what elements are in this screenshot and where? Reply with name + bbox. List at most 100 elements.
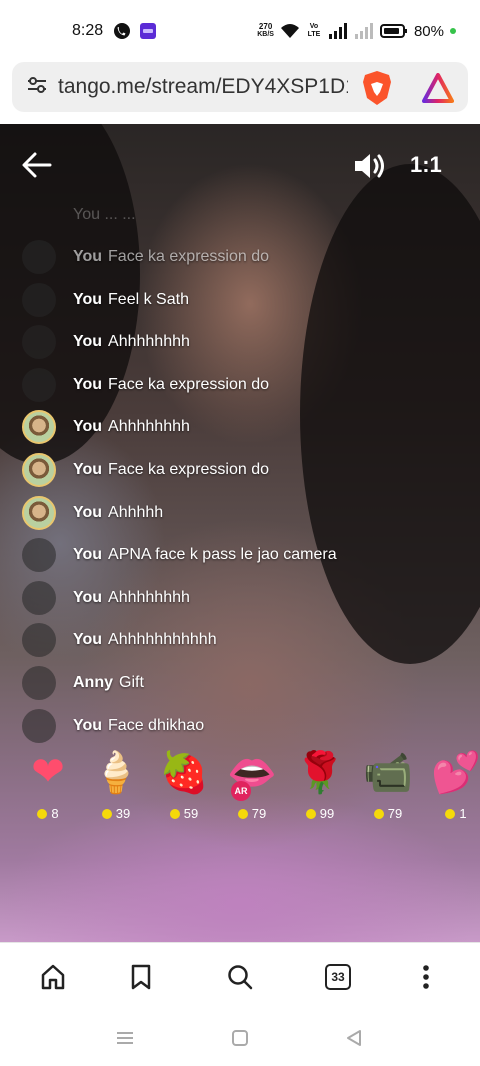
avatar[interactable] — [22, 708, 56, 743]
avatar[interactable] — [22, 538, 56, 573]
chat-message: You Ahhhhhhhh — [22, 325, 190, 360]
search-icon[interactable] — [224, 961, 256, 993]
back-arrow-icon[interactable] — [20, 150, 56, 182]
chat-username[interactable]: You — [73, 631, 102, 648]
video-camera-gift-icon: 📹 — [363, 750, 413, 795]
gift-price-value: 59 — [183, 806, 199, 821]
coin-icon — [305, 808, 316, 819]
home-nav-icon[interactable] — [228, 1026, 252, 1050]
wifi-icon — [280, 23, 300, 39]
avatar[interactable] — [22, 623, 56, 658]
url-text[interactable]: tango.me/stream/EDY4XSP1D1 — [58, 75, 348, 99]
coin-icon — [373, 808, 384, 819]
avatar[interactable] — [22, 282, 56, 317]
chat-username[interactable]: You — [73, 291, 102, 308]
avatar[interactable] — [22, 325, 56, 360]
ice-cream-gift[interactable]: 🍦 39 — [88, 746, 144, 822]
charging-dot — [450, 28, 456, 34]
chat-message-text: You Feel k Sath — [73, 291, 189, 309]
avatar[interactable] — [22, 240, 56, 274]
battery-icon — [379, 23, 408, 39]
chat-message: You Ahhhhhhhh — [22, 410, 190, 445]
chat-username[interactable]: You — [73, 717, 102, 734]
hearts-gift-icon: 💕 — [431, 750, 480, 795]
tabs-button[interactable]: 33 — [322, 961, 354, 993]
avatar[interactable] — [22, 666, 56, 700]
chat-text: Ahhhhhhhh — [108, 418, 190, 436]
video-camera-gift[interactable]: 📹 79 — [360, 746, 416, 822]
chat-message: Anny Gift — [22, 666, 144, 700]
network-speed: 270 KB/S — [257, 23, 274, 39]
back-nav-icon[interactable] — [342, 1026, 366, 1050]
address-bar[interactable]: tango.me/stream/EDY4XSP1D1 — [12, 62, 468, 112]
battery-percent: 80% — [413, 22, 444, 40]
chat-text: Ahhhhhhhhhhh — [108, 631, 217, 649]
chat-username[interactable]: You — [73, 546, 102, 563]
avatar[interactable] — [22, 410, 56, 445]
volte-label: Vo LTE — [307, 23, 321, 38]
gift-price: 99 — [292, 806, 348, 821]
coin-icon — [445, 808, 456, 819]
chat-message-text: Anny Gift — [73, 674, 144, 692]
chat-text: Face ka expression do — [108, 375, 270, 393]
coin-icon — [101, 808, 112, 819]
chocolate-strawberry-gift[interactable]: 🍓 59 — [156, 746, 212, 822]
chat-username[interactable]: You — [73, 504, 102, 521]
chat-username[interactable]: You — [73, 248, 102, 265]
chat-username[interactable]: Anny — [73, 674, 113, 691]
heart-gift[interactable]: ❤ 8 — [20, 746, 76, 821]
more-menu-icon[interactable] — [410, 961, 442, 993]
lips-gift[interactable]: 👄 AR 79 — [224, 746, 280, 822]
coin-icon — [169, 808, 180, 819]
bookmark-icon[interactable] — [125, 961, 157, 993]
coin-icon — [237, 808, 248, 819]
tab-count: 33 — [325, 964, 351, 990]
site-settings-icon[interactable] — [26, 74, 48, 101]
chat-text: Ahhhhhhhh — [108, 588, 190, 606]
gift-price: 8 — [20, 806, 76, 821]
brave-shields-icon[interactable] — [361, 70, 393, 111]
gift-price-value: 39 — [115, 806, 131, 821]
signal-2-icon — [354, 23, 374, 39]
gift-price: 79 — [360, 806, 416, 821]
chat-username[interactable]: You — [73, 418, 102, 435]
phone-call-icon — [113, 22, 131, 40]
volume-icon[interactable] — [352, 150, 388, 182]
recent-apps-icon[interactable] — [113, 1026, 137, 1050]
chat-message: You Ahhhhhhhhhhh — [22, 623, 217, 658]
avatar[interactable] — [22, 580, 56, 615]
net-speed-unit: KB/S — [257, 31, 274, 38]
rose-gift[interactable]: 🌹 99 — [292, 746, 348, 822]
chat-message-text: You APNA face k pass le jao camera — [73, 546, 337, 564]
chat-username[interactable]: You — [73, 333, 102, 350]
home-icon[interactable] — [37, 961, 69, 993]
chat-text: Feel k Sath — [108, 290, 189, 308]
status-time: 8:28 — [72, 22, 104, 39]
chat-username[interactable]: You — [73, 461, 102, 478]
ar-badge: AR — [231, 781, 251, 801]
chat-text: Face dhikhao — [108, 716, 205, 734]
aspect-ratio-button[interactable]: 1:1 — [410, 152, 442, 178]
chat-message-text: You Ahhhhhhhh — [73, 589, 190, 607]
heart-gift-icon: ❤ — [31, 750, 65, 794]
gift-price-value: 79 — [251, 806, 267, 821]
avatar[interactable] — [22, 495, 56, 530]
chat-message-text: You Ahhhhhhhh — [73, 333, 190, 351]
gift-bar: ❤ 8 🍦 39 🍓 59 👄 AR 79 🌹 99 📹 79 💕 1 — [0, 746, 480, 826]
live-stream-view[interactable]: 1:1 You ... ... You Face ka expression do… — [0, 124, 480, 942]
chat-username[interactable]: You — [73, 376, 102, 393]
chat-message: You Face ka expression do — [22, 240, 269, 274]
chat-message: You Face ka expression do — [22, 367, 270, 402]
avatar[interactable] — [22, 367, 56, 402]
chat-username[interactable]: You — [73, 589, 102, 606]
avatar[interactable] — [22, 453, 56, 487]
chat-message-text: You Face ka expression do — [73, 248, 269, 266]
ice-cream-gift-icon: 🍦 — [91, 750, 141, 795]
gift-price: 39 — [88, 806, 144, 821]
chat-message-text: You Ahhhhhhhh — [73, 418, 190, 436]
chat-message: You Ahhhhhhhh — [22, 580, 190, 615]
hearts-gift[interactable]: 💕 1 — [428, 746, 480, 822]
brave-rewards-icon[interactable] — [422, 73, 454, 108]
gift-price-value: 8 — [51, 806, 59, 821]
chat-message: You Face dhikhao — [22, 708, 205, 743]
